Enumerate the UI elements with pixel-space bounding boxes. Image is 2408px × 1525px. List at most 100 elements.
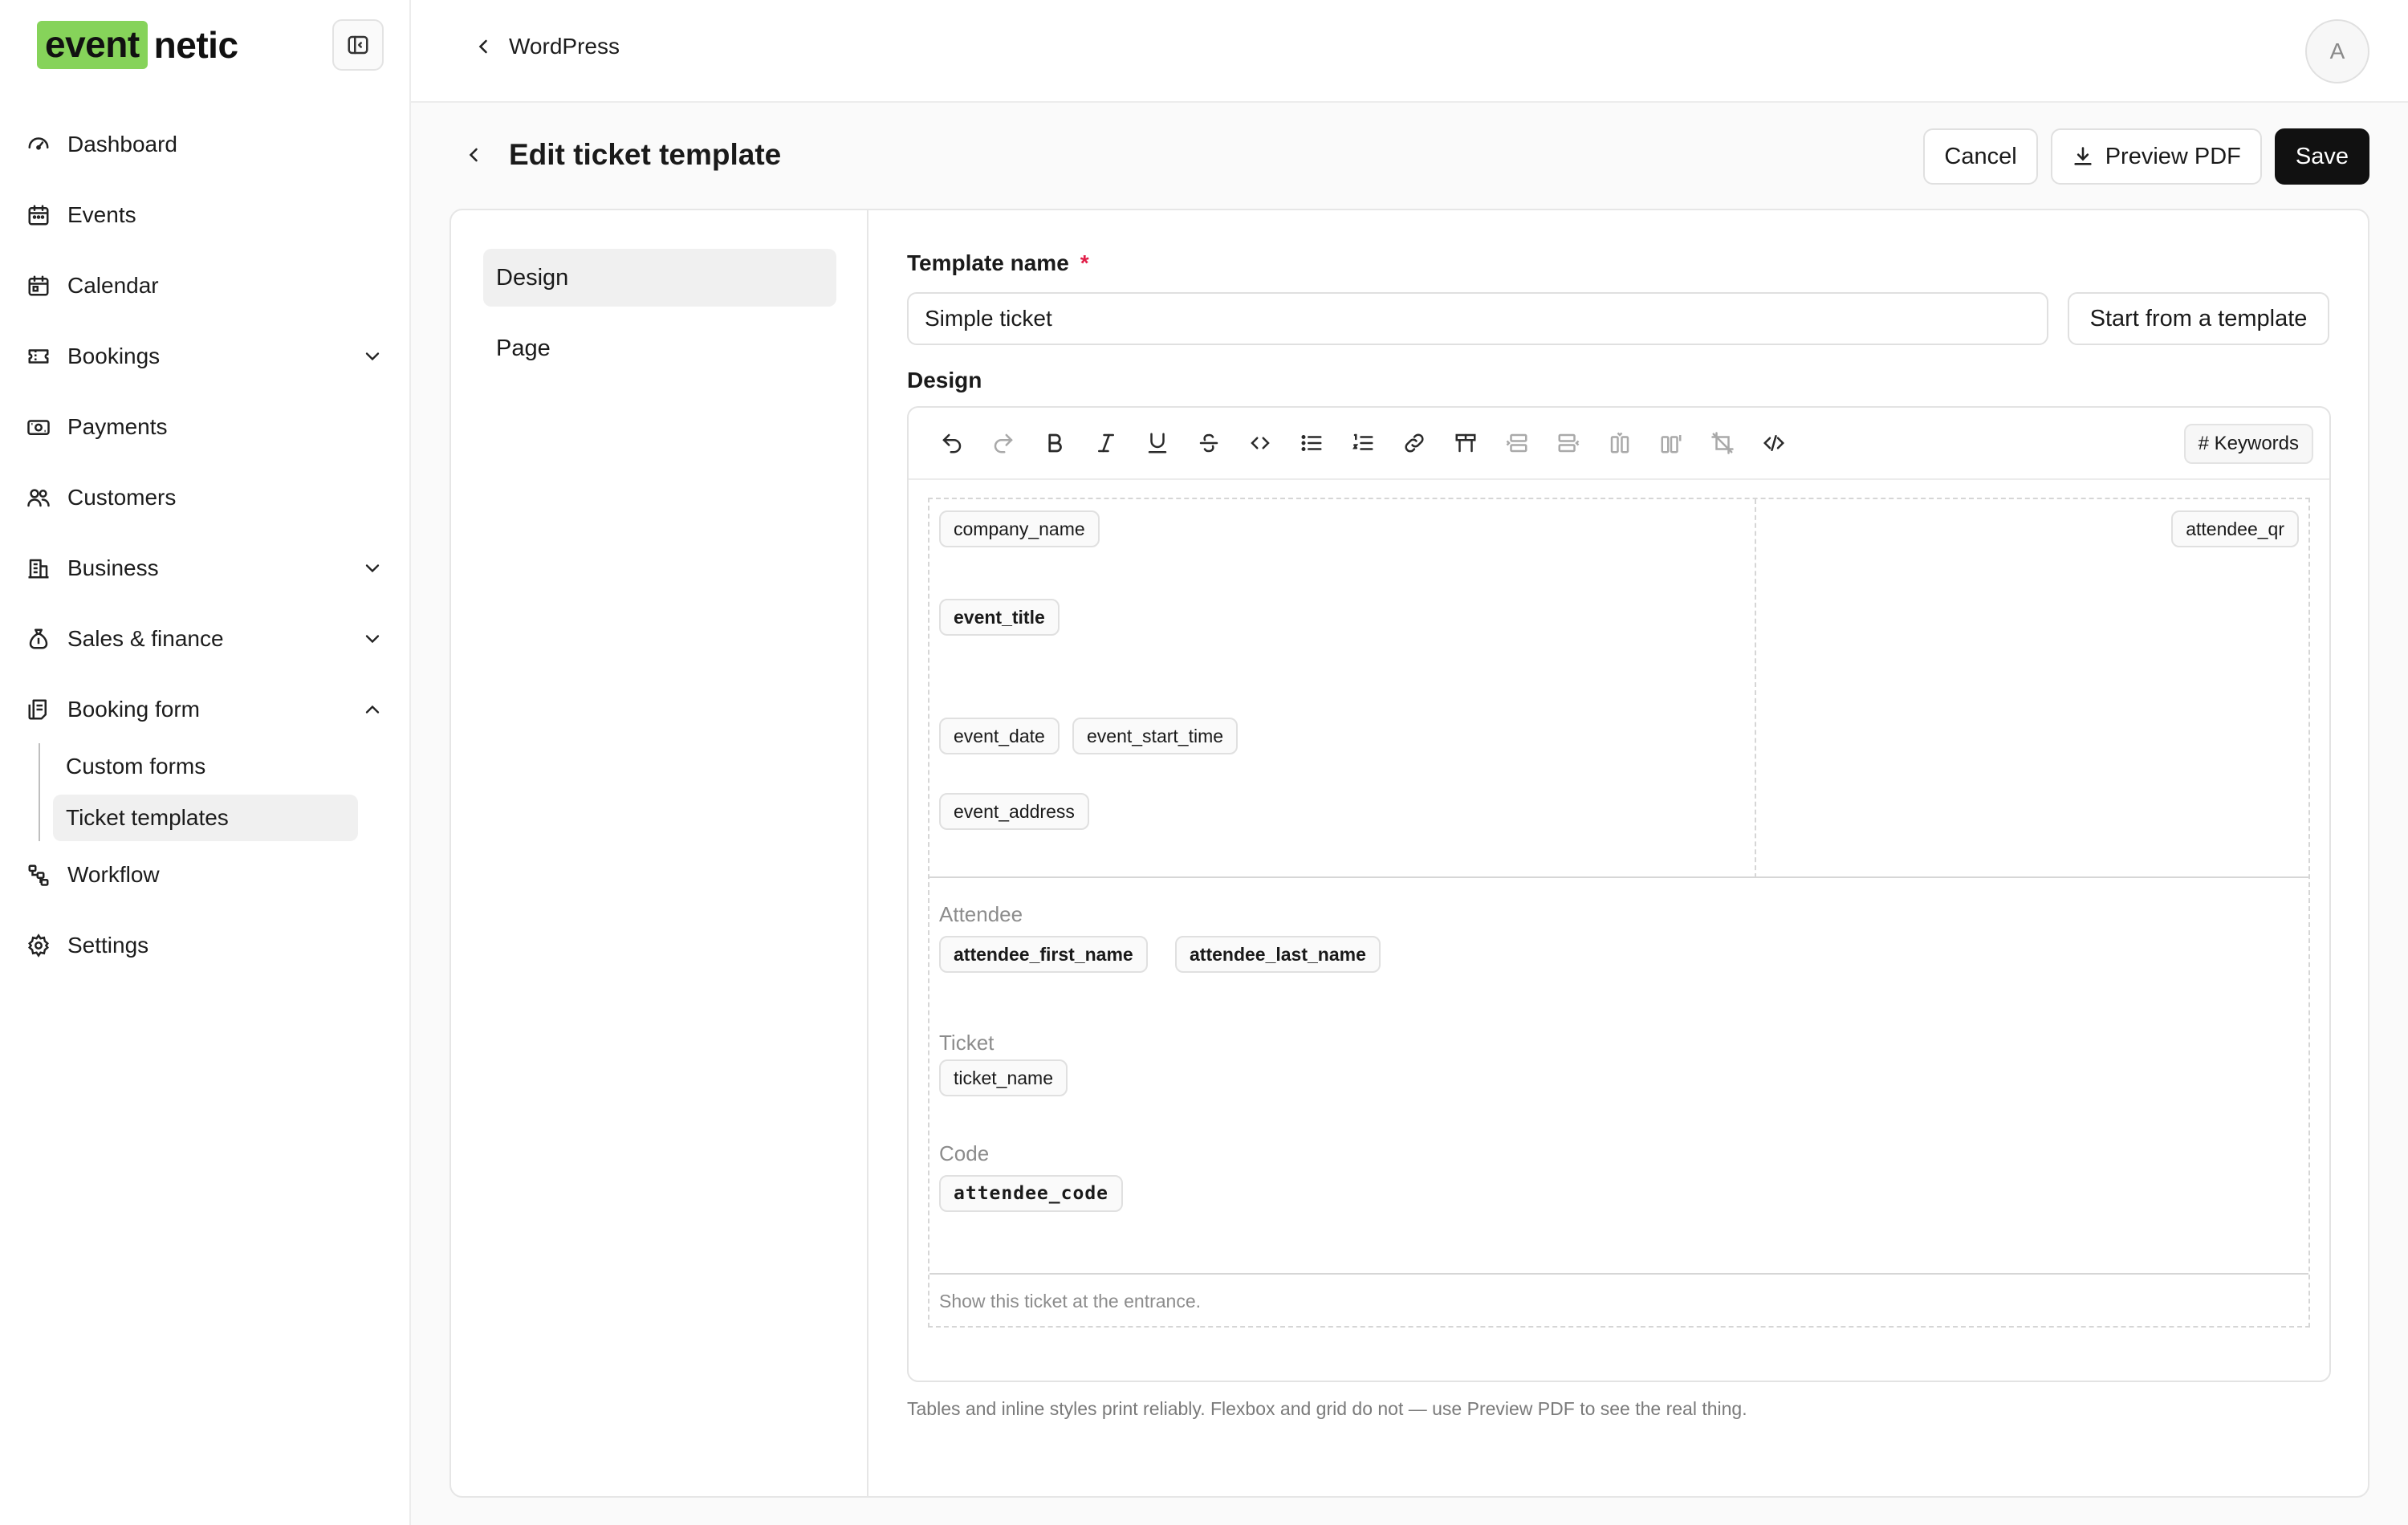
booking-form-subnav: Custom forms Ticket templates — [39, 743, 387, 841]
save-button[interactable]: Save — [2274, 128, 2369, 185]
editor-toolbar: # Keywords — [909, 408, 2329, 480]
chevron-up-icon — [365, 705, 380, 714]
sidebar-item-sales-finance[interactable]: Sales & finance — [24, 613, 387, 665]
sidebar-subitem-custom-forms[interactable]: Custom forms — [53, 743, 358, 790]
preview-pdf-label: Preview PDF — [2105, 143, 2241, 169]
sidebar-nav: Dashboard Events Calendar Bookings Payme… — [24, 119, 387, 990]
chevron-down-icon — [365, 352, 380, 361]
underline-icon[interactable] — [1132, 417, 1183, 469]
sidebar-subitem-label: Ticket templates — [66, 805, 229, 830]
delete-table-icon[interactable] — [1697, 417, 1748, 469]
attendee-heading: Attendee — [939, 902, 1023, 926]
keyword-chip-event-title[interactable]: event_title — [939, 599, 1060, 636]
ticket-canvas[interactable]: company_name event_title event_date even… — [928, 498, 2310, 1328]
sidebar-item-label: Business — [67, 555, 159, 580]
undo-icon[interactable] — [926, 417, 978, 469]
sidebar-item-booking-form[interactable]: Booking form — [24, 684, 387, 735]
breadcrumb-label: WordPress — [509, 34, 620, 59]
insert-row-before-icon[interactable] — [1491, 417, 1543, 469]
calendar-event-icon — [24, 201, 53, 230]
source-code-icon[interactable] — [1748, 417, 1800, 469]
page-actions: Cancel Preview PDF Save — [1923, 128, 2369, 185]
sidebar-item-label: Calendar — [67, 273, 159, 298]
template-tabs: Design Page — [451, 210, 868, 1496]
numbered-list-icon[interactable] — [1337, 417, 1389, 469]
strikethrough-icon[interactable] — [1183, 417, 1235, 469]
redo-icon[interactable] — [978, 417, 1029, 469]
sidebar-item-label: Dashboard — [67, 132, 177, 157]
template-name-label: Template name * — [907, 250, 1089, 276]
chevron-left-icon — [478, 39, 487, 54]
money-bag-icon — [24, 624, 53, 653]
template-name-input[interactable] — [907, 292, 2048, 345]
keyword-chip-attendee-qr[interactable]: attendee_qr — [2171, 510, 2299, 547]
editor-hint: Tables and inline styles print reliably.… — [907, 1398, 1747, 1419]
code-icon[interactable] — [1235, 417, 1286, 469]
canvas-cell-event[interactable]: company_name event_title event_date even… — [929, 499, 1756, 878]
sidebar-item-label: Customers — [67, 485, 177, 510]
sidebar-item-bookings[interactable]: Bookings — [24, 331, 387, 382]
sidebar-item-customers[interactable]: Customers — [24, 472, 387, 523]
sidebar-item-label: Events — [67, 202, 136, 227]
sidebar-item-calendar[interactable]: Calendar — [24, 260, 387, 311]
start-from-template-button[interactable]: Start from a template — [2068, 292, 2329, 345]
sidebar-item-settings[interactable]: Settings — [24, 920, 387, 971]
canvas-cell-qr[interactable]: attendee_qr — [1756, 499, 2308, 878]
sidebar-item-workflow[interactable]: Workflow — [24, 849, 387, 901]
calendar-icon — [24, 271, 53, 300]
building-icon — [24, 554, 53, 583]
tab-design[interactable]: Design — [483, 249, 836, 307]
canvas-cell-attendee[interactable]: Attendee attendee_first_name attendee_la… — [929, 878, 2308, 1275]
chevron-down-icon — [365, 564, 380, 573]
page-header: Edit ticket template — [462, 138, 781, 172]
avatar[interactable]: A — [2305, 19, 2369, 83]
insert-row-after-icon[interactable] — [1543, 417, 1594, 469]
code-heading: Code — [939, 1141, 990, 1165]
sidebar-subitem-ticket-templates[interactable]: Ticket templates — [53, 795, 358, 841]
sidebar-item-label: Sales & finance — [67, 626, 224, 651]
sidebar: event netic Dashboard Events Calendar Boo… — [0, 0, 411, 1525]
bold-icon[interactable] — [1029, 417, 1080, 469]
sidebar-toggle-icon — [348, 35, 368, 55]
back-chevron-icon[interactable] — [462, 144, 485, 166]
keyword-chip-ticket-name[interactable]: ticket_name — [939, 1059, 1068, 1096]
breadcrumb-back-link[interactable]: WordPress — [472, 34, 620, 59]
keyword-chip-event-date[interactable]: event_date — [939, 718, 1060, 754]
cancel-button[interactable]: Cancel — [1923, 128, 2038, 185]
canvas-cell-footer[interactable]: Show this ticket at the entrance. — [929, 1275, 2308, 1326]
gear-icon — [24, 931, 53, 960]
sidebar-item-label: Booking form — [67, 697, 200, 722]
table-icon[interactable] — [1440, 417, 1491, 469]
chevron-down-icon — [365, 635, 380, 644]
logo-text: netic — [153, 24, 238, 66]
keyword-chip-event-start-time[interactable]: event_start_time — [1072, 718, 1239, 754]
sidebar-item-label: Workflow — [67, 862, 160, 887]
tab-page[interactable]: Page — [483, 319, 836, 377]
italic-icon[interactable] — [1080, 417, 1132, 469]
gauge-icon — [24, 130, 53, 159]
sidebar-item-label: Payments — [67, 414, 168, 439]
sidebar-item-dashboard[interactable]: Dashboard — [24, 119, 387, 170]
page-title: Edit ticket template — [509, 138, 782, 171]
preview-pdf-button[interactable]: Preview PDF — [2050, 128, 2262, 185]
bullet-list-icon[interactable] — [1286, 417, 1337, 469]
sidebar-toggle-button[interactable] — [332, 19, 384, 71]
sidebar-item-events[interactable]: Events — [24, 189, 387, 241]
brand-logo[interactable]: event netic — [37, 21, 238, 69]
keyword-chip-company-name[interactable]: company_name — [939, 510, 1100, 547]
sidebar-subitem-label: Custom forms — [66, 754, 206, 779]
keyword-chip-attendee-last-name[interactable]: attendee_last_name — [1175, 936, 1381, 973]
insert-column-before-icon[interactable] — [1594, 417, 1645, 469]
keyword-chip-event-address[interactable]: event_address — [939, 793, 1089, 830]
download-icon — [2074, 147, 2092, 165]
required-marker: * — [1080, 250, 1089, 275]
sidebar-item-business[interactable]: Business — [24, 543, 387, 594]
template-name-label-text: Template name — [907, 250, 1069, 275]
keyword-chip-attendee-code[interactable]: attendee_code — [939, 1175, 1124, 1212]
keywords-button[interactable]: # Keywords — [2183, 424, 2313, 464]
insert-column-after-icon[interactable] — [1645, 417, 1697, 469]
banknote-icon — [24, 413, 53, 441]
keyword-chip-attendee-first-name[interactable]: attendee_first_name — [939, 936, 1148, 973]
sidebar-item-payments[interactable]: Payments — [24, 401, 387, 453]
link-icon[interactable] — [1389, 417, 1440, 469]
